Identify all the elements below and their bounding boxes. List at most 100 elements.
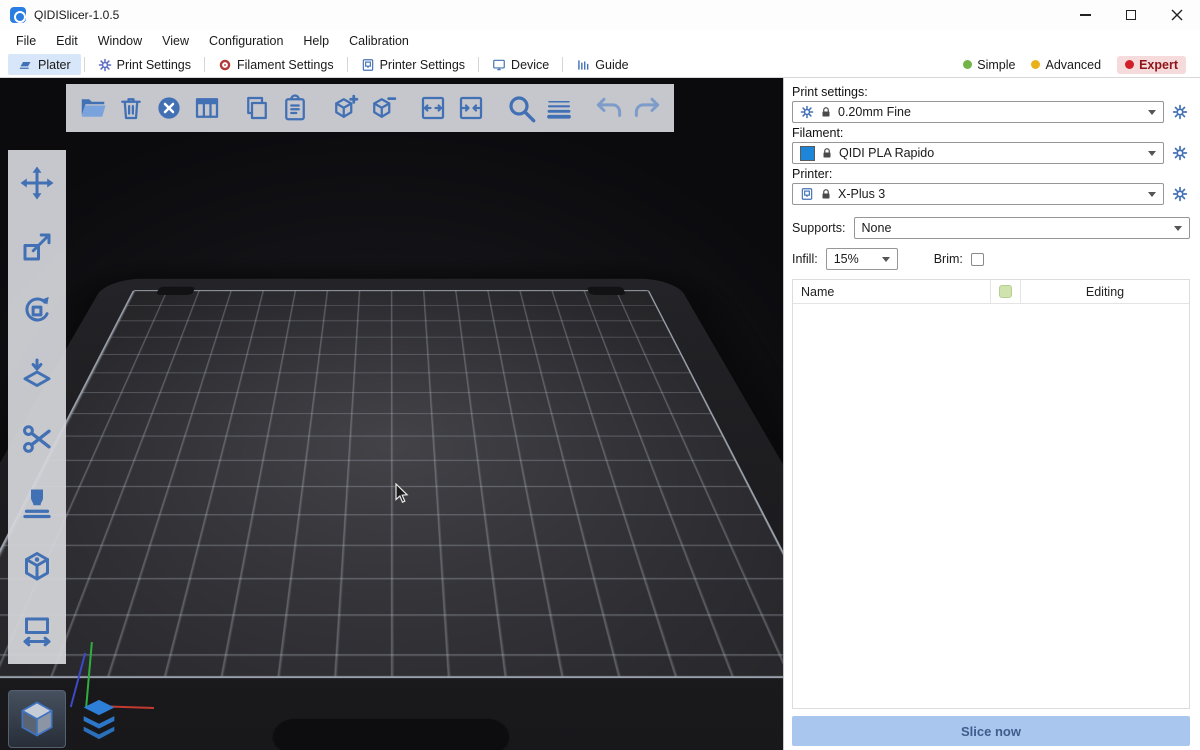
printer-icon xyxy=(800,187,814,201)
tab-device[interactable]: Device xyxy=(482,55,559,75)
move-tool-button[interactable] xyxy=(14,160,60,206)
menu-bar: File Edit Window View Configuration Help… xyxy=(0,30,1200,52)
scale-tool-button[interactable] xyxy=(14,224,60,270)
mode-label: Simple xyxy=(977,58,1015,72)
menu-help[interactable]: Help xyxy=(293,32,339,50)
printer-settings-icon xyxy=(361,58,375,72)
delete-button[interactable] xyxy=(112,89,150,127)
printer-gear-button[interactable] xyxy=(1170,184,1190,204)
tab-label: Guide xyxy=(595,58,628,72)
column-editing[interactable]: Editing xyxy=(1021,280,1189,303)
filament-combo[interactable]: QIDI PLA Rapido xyxy=(792,142,1164,164)
editor-view-button[interactable] xyxy=(8,690,66,748)
arrange-button[interactable] xyxy=(188,89,226,127)
simple-mode-icon xyxy=(963,60,972,69)
window-title: QIDISlicer-1.0.5 xyxy=(34,8,119,22)
lock-icon xyxy=(821,147,833,159)
filament-gear-button[interactable] xyxy=(1170,143,1190,163)
mode-expert[interactable]: Expert xyxy=(1117,56,1186,74)
preview-view-button[interactable] xyxy=(70,690,128,748)
paint-supports-tool-button[interactable] xyxy=(14,480,60,526)
print-settings-combo[interactable]: 0.20mm Fine xyxy=(792,101,1164,123)
open-button[interactable] xyxy=(74,89,112,127)
tab-printer-settings[interactable]: Printer Settings xyxy=(351,55,475,75)
search-button[interactable] xyxy=(502,89,540,127)
print-settings-gear-button[interactable] xyxy=(1170,102,1190,122)
open-icon xyxy=(78,93,108,123)
gear-icon xyxy=(1172,104,1188,120)
chevron-down-icon xyxy=(1148,151,1156,156)
remove-instance-button[interactable] xyxy=(364,89,402,127)
supports-combo[interactable]: None xyxy=(854,217,1190,239)
tab-guide[interactable]: Guide xyxy=(566,55,638,75)
gear-icon xyxy=(1172,145,1188,161)
menu-window[interactable]: Window xyxy=(88,32,152,50)
tab-label: Plater xyxy=(38,58,71,72)
tab-filament-settings[interactable]: Filament Settings xyxy=(208,55,344,75)
printer-value: X-Plus 3 xyxy=(838,187,885,201)
cut-tool-button[interactable] xyxy=(14,416,60,462)
tab-plater[interactable]: Plater xyxy=(8,54,81,75)
minimize-button[interactable] xyxy=(1062,0,1108,30)
bed-plate xyxy=(0,290,783,678)
brim-checkbox[interactable] xyxy=(971,253,984,266)
mouse-cursor xyxy=(395,483,409,509)
object-list-body[interactable] xyxy=(793,304,1189,708)
infill-combo[interactable]: 15% xyxy=(826,248,898,270)
chevron-down-icon xyxy=(1148,110,1156,115)
menu-calibration[interactable]: Calibration xyxy=(339,32,419,50)
tab-print-settings[interactable]: Print Settings xyxy=(88,55,201,75)
seam-icon xyxy=(19,549,55,585)
copy-button[interactable] xyxy=(238,89,276,127)
tab-bar: Plater Print Settings Filament Settings … xyxy=(0,52,1200,78)
printer-combo[interactable]: X-Plus 3 xyxy=(792,183,1164,205)
slice-now-button[interactable]: Slice now xyxy=(792,716,1190,746)
column-name[interactable]: Name xyxy=(793,280,991,303)
printer-label: Printer: xyxy=(792,167,1190,181)
mode-advanced[interactable]: Advanced xyxy=(1031,58,1101,72)
close-button[interactable] xyxy=(1154,0,1200,30)
minimize-icon xyxy=(1080,14,1091,16)
filament-value: QIDI PLA Rapido xyxy=(839,146,934,160)
measure-tool-button[interactable] xyxy=(14,608,60,654)
supports-label: Supports: xyxy=(792,221,846,235)
filament-label: Filament: xyxy=(792,126,1190,140)
print-bed xyxy=(0,290,783,678)
object-list: Name Editing xyxy=(792,279,1190,709)
remove-instance-icon xyxy=(368,93,398,123)
expert-mode-icon xyxy=(1125,60,1134,69)
bed-clip xyxy=(587,287,627,295)
rotate-tool-button[interactable] xyxy=(14,288,60,334)
column-extruder[interactable] xyxy=(991,280,1021,303)
tab-separator xyxy=(204,57,205,72)
menu-edit[interactable]: Edit xyxy=(46,32,88,50)
split-to-objects-button[interactable] xyxy=(414,89,452,127)
redo-button[interactable] xyxy=(628,89,666,127)
add-instance-button[interactable] xyxy=(326,89,364,127)
title-bar: QIDISlicer-1.0.5 xyxy=(0,0,1200,30)
3d-viewport[interactable] xyxy=(0,78,783,750)
variable-layer-height-button[interactable] xyxy=(540,89,578,127)
menu-view[interactable]: View xyxy=(152,32,199,50)
editor-view-icon xyxy=(15,697,59,741)
split-to-parts-button[interactable] xyxy=(452,89,490,127)
place-on-face-tool-button[interactable] xyxy=(14,352,60,398)
maximize-button[interactable] xyxy=(1108,0,1154,30)
advanced-mode-icon xyxy=(1031,60,1040,69)
bed-handle xyxy=(271,719,512,750)
tab-label: Filament Settings xyxy=(237,58,334,72)
paste-button[interactable] xyxy=(276,89,314,127)
undo-button[interactable] xyxy=(590,89,628,127)
mode-simple[interactable]: Simple xyxy=(963,58,1015,72)
menu-file[interactable]: File xyxy=(6,32,46,50)
seam-tool-button[interactable] xyxy=(14,544,60,590)
tab-label: Device xyxy=(511,58,549,72)
arrange-icon xyxy=(192,93,222,123)
delete-all-button[interactable] xyxy=(150,89,188,127)
menu-configuration[interactable]: Configuration xyxy=(199,32,293,50)
infill-label: Infill: xyxy=(792,252,818,266)
gear-icon xyxy=(800,105,814,119)
object-list-header: Name Editing xyxy=(793,280,1189,304)
mode-label: Advanced xyxy=(1045,58,1101,72)
extruder-column-icon xyxy=(999,285,1012,298)
